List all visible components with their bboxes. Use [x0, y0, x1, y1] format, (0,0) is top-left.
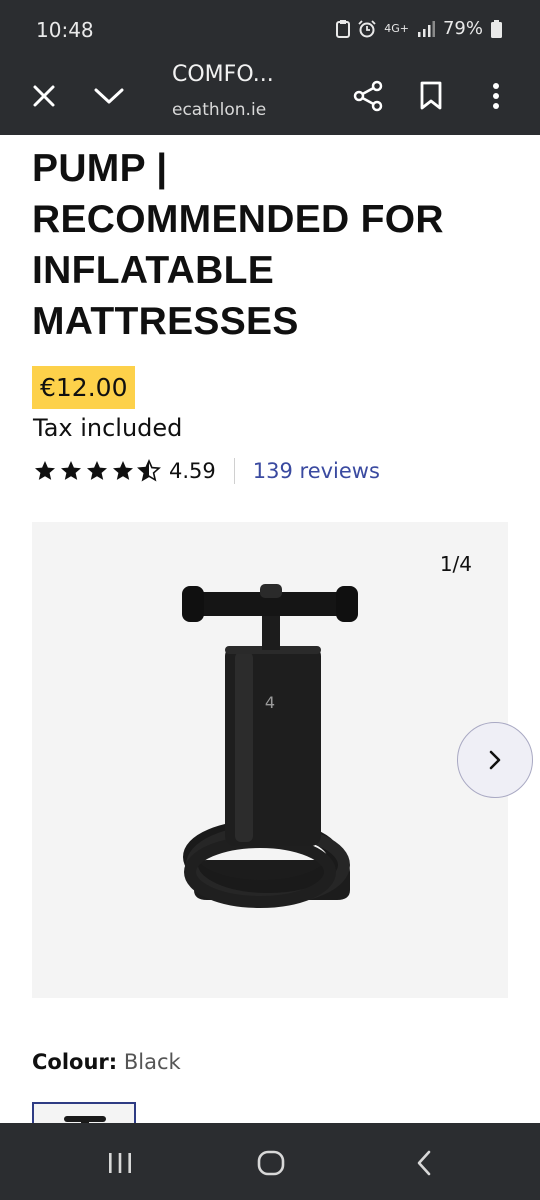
minimize-button[interactable] — [85, 72, 133, 120]
star-full-icon — [61, 461, 81, 480]
rating-row: 4.59 139 reviews — [33, 458, 380, 484]
tax-note: Tax included — [33, 414, 183, 442]
product-title-line: INFLATABLE — [32, 249, 275, 292]
colour-selector-label: Colour: Black — [32, 1050, 181, 1074]
status-time: 10:48 — [36, 18, 94, 42]
back-icon — [417, 1150, 431, 1176]
recent-apps-icon — [109, 1153, 131, 1173]
product-image-gallery[interactable]: 1/4 4 — [32, 522, 508, 998]
notification-icon — [336, 19, 351, 38]
close-tab-button[interactable] — [20, 72, 68, 120]
browser-page-title: COMFO... — [172, 62, 274, 87]
bookmark-icon — [420, 81, 442, 110]
browser-url[interactable]: ecathlon.ie — [172, 100, 266, 120]
system-navigation-bar — [0, 1123, 540, 1200]
status-icons: 4G+ 79% — [336, 18, 502, 39]
star-full-icon — [35, 461, 55, 480]
bookmark-button[interactable] — [407, 72, 455, 120]
colour-value: Black — [123, 1050, 181, 1074]
status-bar: 10:48 4G+ 79% — [0, 0, 540, 58]
signal-icon — [417, 20, 435, 37]
star-full-icon — [87, 461, 107, 480]
recent-apps-button[interactable] — [96, 1145, 144, 1181]
network-type: 4G+ — [384, 21, 409, 35]
chevron-right-icon — [489, 750, 501, 770]
alarm-icon — [358, 19, 376, 37]
chevron-down-icon — [94, 88, 124, 104]
back-button[interactable] — [400, 1145, 448, 1181]
product-title-line: PUMP | — [32, 147, 168, 190]
share-button[interactable] — [344, 72, 392, 120]
battery-icon — [491, 19, 502, 38]
star-rating — [33, 459, 161, 483]
home-button[interactable] — [247, 1145, 295, 1181]
product-title: PUMP | RECOMMENDED FOR INFLATABLE MATTRE… — [32, 135, 512, 347]
svg-text:4: 4 — [265, 693, 275, 712]
home-icon — [257, 1150, 285, 1176]
divider — [233, 458, 235, 484]
reviews-link[interactable]: 139 reviews — [253, 459, 380, 483]
close-icon — [33, 85, 55, 107]
product-header: PUMP | RECOMMENDED FOR INFLATABLE MATTRE… — [32, 135, 512, 347]
next-image-button[interactable] — [457, 722, 533, 798]
colour-label: Colour: — [32, 1050, 118, 1074]
star-full-icon — [113, 461, 133, 480]
product-title-line: MATTRESSES — [32, 300, 299, 343]
product-image: 4 — [182, 584, 358, 908]
share-icon — [353, 80, 383, 112]
more-options-button[interactable] — [472, 72, 520, 120]
more-vertical-icon — [493, 83, 499, 109]
battery-percent: 79% — [442, 18, 483, 39]
product-title-line: RECOMMENDED FOR — [32, 198, 444, 241]
price-tag: €12.00 — [32, 366, 136, 409]
rating-value: 4.59 — [169, 459, 216, 483]
star-half-icon — [137, 459, 161, 482]
